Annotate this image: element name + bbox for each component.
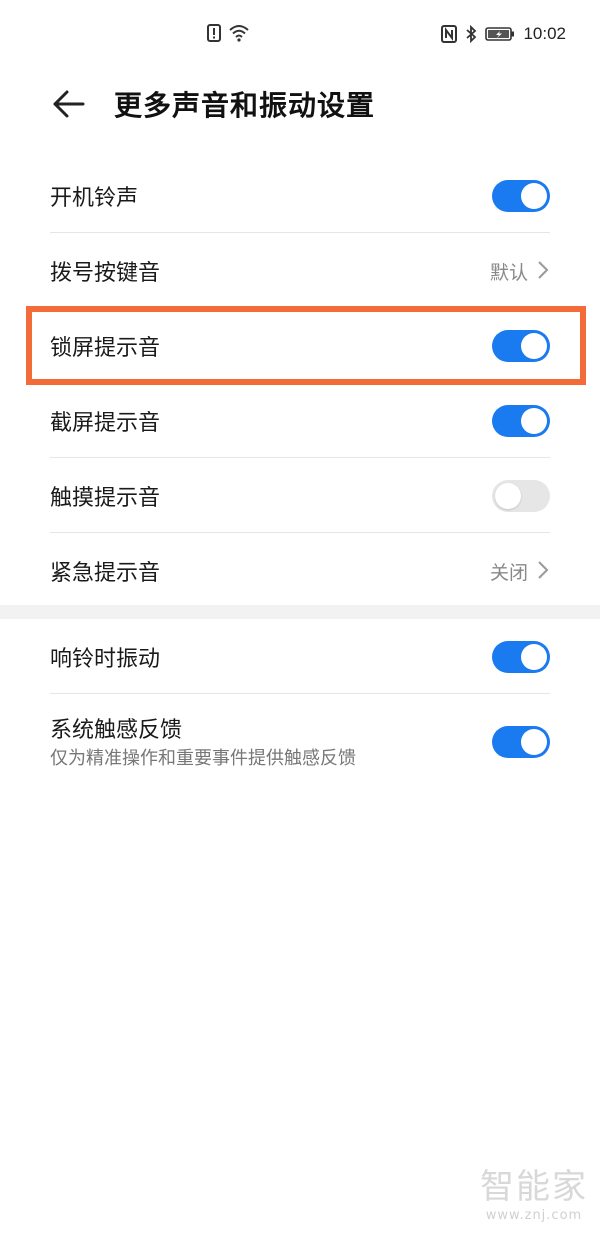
watermark-logo: 智能家: [480, 1168, 588, 1206]
toggle-knob: [521, 408, 547, 434]
header: 更多声音和振动设置: [0, 72, 600, 136]
watermark: 智能家 www.znj.com: [480, 1159, 588, 1223]
setting-row-startup-ringtone[interactable]: 开机铃声: [50, 158, 550, 233]
setting-label: 紧急提示音: [50, 561, 161, 586]
toggle-knob: [495, 483, 521, 509]
setting-row-system-haptics[interactable]: 系统触感反馈 仅为精准操作和重要事件提供触感反馈: [50, 694, 550, 794]
toggle-knob: [521, 644, 547, 670]
chevron-right-icon: [538, 561, 549, 579]
setting-row-dial-keypad-tone[interactable]: 拨号按键音 默认: [50, 233, 550, 308]
sound-settings-list: 开机铃声 拨号按键音 默认 锁屏提示音 截屏提示音 触摸提示音 紧急提示音 关闭: [0, 158, 600, 608]
vibrate-on-ring-toggle[interactable]: [492, 641, 550, 673]
chevron-right-icon: [538, 261, 549, 279]
toggle-knob: [521, 333, 547, 359]
wifi-icon: [229, 25, 249, 42]
setting-value: 默认: [489, 262, 528, 284]
setting-row-vibrate-on-ring[interactable]: 响铃时振动: [50, 619, 550, 694]
watermark-url: www.znj.com: [485, 1208, 583, 1223]
nfc-icon: [441, 25, 458, 43]
setting-value: 关闭: [489, 562, 528, 584]
vibration-settings-list: 响铃时振动 系统触感反馈 仅为精准操作和重要事件提供触感反馈: [0, 619, 600, 794]
status-bar: 10:02: [0, 0, 600, 72]
alert-icon: [207, 24, 221, 42]
toggle-knob: [521, 183, 547, 209]
back-arrow-icon: [53, 90, 85, 118]
setting-label: 锁屏提示音: [50, 336, 161, 361]
toggle-knob: [521, 729, 547, 755]
section-divider: [0, 605, 600, 619]
screenshot-tone-toggle[interactable]: [492, 405, 550, 437]
setting-row-screenshot-tone[interactable]: 截屏提示音: [50, 383, 550, 458]
setting-row-touch-tone[interactable]: 触摸提示音: [50, 458, 550, 533]
setting-label: 拨号按键音: [50, 261, 161, 286]
status-time: 10:02: [523, 24, 566, 43]
setting-row-emergency-tone[interactable]: 紧急提示音 关闭: [50, 533, 550, 608]
page-title: 更多声音和振动设置: [114, 89, 376, 122]
touch-tone-toggle[interactable]: [492, 480, 550, 512]
startup-ringtone-toggle[interactable]: [492, 180, 550, 212]
lock-screen-tone-toggle[interactable]: [492, 330, 550, 362]
bluetooth-icon: [466, 25, 477, 43]
battery-icon: [485, 27, 515, 41]
setting-label: 响铃时振动: [50, 647, 161, 672]
back-button[interactable]: [46, 82, 90, 126]
status-right-icons: 10:02: [441, 24, 566, 44]
setting-label: 系统触感反馈: [50, 718, 183, 743]
setting-sublabel: 仅为精准操作和重要事件提供触感反馈: [50, 748, 356, 769]
setting-label: 触摸提示音: [50, 486, 161, 511]
setting-row-lock-screen-tone[interactable]: 锁屏提示音: [50, 308, 550, 383]
setting-label: 开机铃声: [50, 186, 139, 211]
status-center-icons: [206, 24, 250, 42]
system-haptics-toggle[interactable]: [492, 726, 550, 758]
setting-label: 截屏提示音: [50, 411, 161, 436]
